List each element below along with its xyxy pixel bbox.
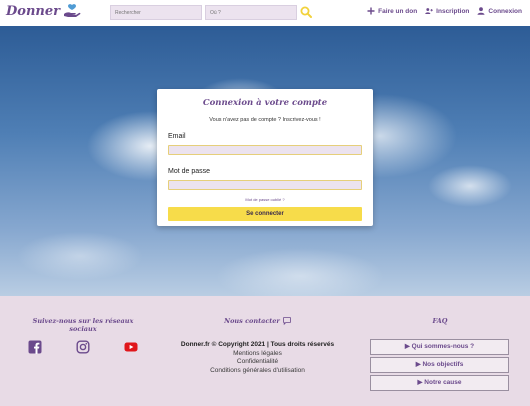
signup-prompt[interactable]: Vous n'avez pas de compte ? Inscrivez-vo… — [168, 117, 362, 123]
hand-heart-icon — [63, 4, 81, 17]
faq-item-cause[interactable]: ▶ Notre cause — [370, 375, 509, 391]
nav-donate[interactable]: Faire un don — [367, 7, 417, 15]
social-links — [28, 340, 138, 354]
social-heading: Suivez-nous sur les réseaux sociaux — [32, 317, 134, 333]
header: Donner Faire un don Inscription Connexio… — [0, 0, 530, 26]
footer: Suivez-nous sur les réseaux sociaux Nous… — [0, 296, 530, 406]
logo[interactable]: Donner — [6, 3, 81, 19]
nav-login[interactable]: Connexion — [477, 7, 522, 15]
contact-heading[interactable]: Nous contacter — [200, 317, 315, 325]
user-icon — [477, 7, 485, 15]
login-title: Connexion à votre compte — [202, 98, 328, 108]
forgot-password-link[interactable]: Mot de passe oublié ? — [168, 197, 362, 202]
search-input[interactable] — [110, 5, 202, 20]
email-label: Email — [168, 133, 186, 140]
location-input[interactable] — [205, 5, 297, 20]
nav-donate-label: Faire un don — [378, 7, 418, 15]
login-card: Connexion à votre compte Vous n'avez pas… — [157, 89, 373, 226]
user-plus-icon — [425, 8, 434, 15]
footer-link-legal[interactable]: Mentions légales — [165, 350, 350, 359]
nav-login-label: Connexion — [488, 7, 522, 15]
contact-heading-label: Nous contacter — [224, 317, 280, 325]
footer-info: Donner.fr © Copyright 2021 | Tous droits… — [165, 341, 350, 375]
search-icon[interactable] — [300, 6, 312, 18]
nav-signup-label: Inscription — [436, 7, 470, 15]
login-button[interactable]: Se connecter — [168, 207, 362, 221]
main-nav: Faire un don Inscription Connexion — [367, 7, 522, 15]
footer-link-privacy[interactable]: Confidentialité — [165, 358, 350, 367]
logo-text: Donner — [6, 3, 60, 19]
instagram-icon[interactable] — [76, 340, 90, 354]
email-field[interactable] — [168, 145, 362, 155]
faq-list: ▶ Qui sommes-nous ? ▶ Nos objectifs ▶ No… — [370, 339, 509, 393]
youtube-icon[interactable] — [124, 340, 138, 354]
footer-link-terms[interactable]: Conditions générales d'utilisation — [165, 367, 350, 376]
password-field[interactable] — [168, 180, 362, 190]
plus-icon — [367, 7, 375, 15]
chat-icon — [283, 317, 291, 325]
password-label: Mot de passe — [168, 168, 211, 175]
faq-item-about[interactable]: ▶ Qui sommes-nous ? — [370, 339, 509, 355]
faq-item-objectives[interactable]: ▶ Nos objectifs — [370, 357, 509, 373]
facebook-icon[interactable] — [28, 340, 42, 354]
copyright: Donner.fr © Copyright 2021 | Tous droits… — [180, 341, 335, 348]
nav-signup[interactable]: Inscription — [425, 7, 469, 15]
faq-heading: FAQ — [432, 317, 448, 325]
